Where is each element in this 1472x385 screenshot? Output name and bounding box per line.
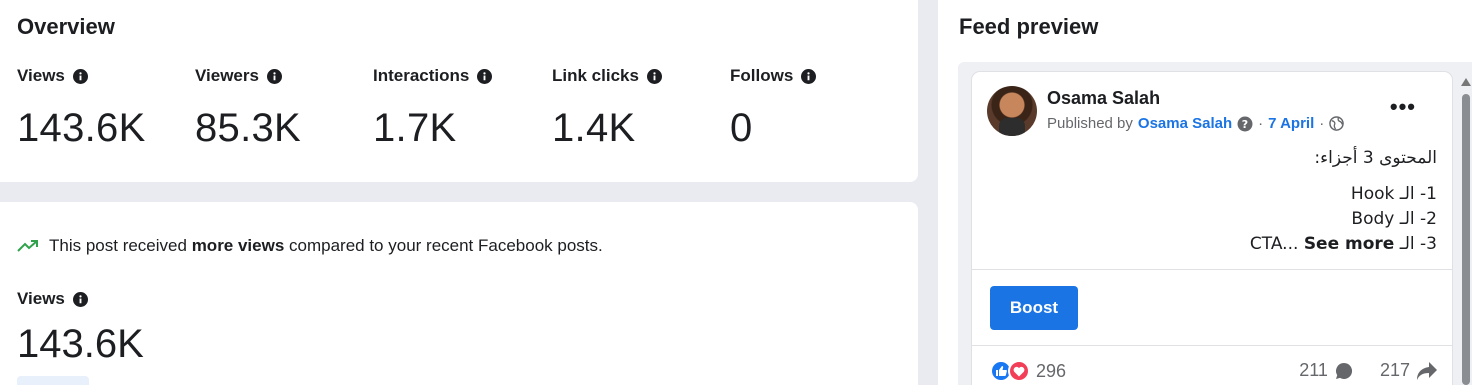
summary-views-label: Views [17,289,88,309]
svg-text:?: ? [1242,118,1248,131]
divider [972,345,1452,346]
trend-up-icon [17,240,38,252]
reaction-count: 296 [1036,360,1067,381]
feed-preview-panel: Feed preview Osama Salah Published by Os… [938,0,1472,385]
metric-value: 1.4K [552,106,636,150]
summary-views-text: Views [17,289,65,308]
published-by-label: Published by [1047,115,1133,132]
post-author[interactable]: Osama Salah [1047,88,1160,109]
info-icon[interactable] [266,68,282,84]
scroll-thumb[interactable] [1462,94,1470,385]
chart-tab-stub[interactable] [17,376,89,385]
comment-count[interactable]: 211 [1299,360,1328,381]
metric-label: Viewers [195,66,259,85]
boost-button[interactable]: Boost [990,286,1078,330]
metric-label: Follows [730,66,794,85]
help-icon[interactable]: ? [1237,116,1253,132]
info-icon[interactable] [72,68,88,84]
metric-views: Views 143.6K [17,64,146,151]
globe-icon [1329,116,1345,131]
post-line-last: 3- الـ CTA... See more [1250,234,1437,254]
share-icon [1417,361,1437,380]
metric-link-clicks: Link clicks 1.4K [552,64,662,151]
feed-scrollbar[interactable] [1460,78,1472,385]
post-date-link[interactable]: 7 April [1268,115,1314,132]
metric-value: 1.7K [373,106,457,150]
post-preview: Osama Salah Published by Osama Salah ? ·… [972,72,1452,385]
metric-label: Views [17,66,65,85]
engagement-stats: 211 217 [1299,360,1438,381]
comment-icon [1335,362,1353,379]
post-line: 2- الـ Body [1351,209,1437,229]
info-icon[interactable] [646,68,662,84]
insight-highlight: more views [191,236,285,255]
publisher-link[interactable]: Osama Salah [1138,115,1232,132]
metric-value: 0 [730,106,753,150]
info-icon[interactable] [801,68,817,84]
post-line: المحتوى 3 أجزاء: [1314,148,1437,168]
meta-separator: · [1319,115,1325,132]
divider [972,269,1452,270]
insight-message: This post received more views compared t… [17,236,603,256]
metric-viewers: Viewers 85.3K [195,64,301,151]
overview-title: Overview [17,14,115,39]
see-more-link[interactable]: See more [1304,234,1395,254]
info-icon[interactable] [477,68,493,84]
post-meta: Published by Osama Salah ? · 7 April · [1047,115,1345,132]
metric-follows: Follows 0 [730,64,817,151]
metric-value: 85.3K [195,106,302,150]
metric-value: 143.6K [17,106,146,150]
scroll-up-icon[interactable] [1461,78,1471,86]
metric-label: Link clicks [552,66,639,85]
info-icon[interactable] [72,291,88,307]
reaction-summary[interactable]: 296 [990,360,1066,382]
meta-separator: · [1258,115,1264,132]
insight-suffix: compared to your recent Facebook posts. [284,236,603,255]
metric-label: Interactions [373,66,470,85]
metric-interactions: Interactions 1.7K [373,64,493,151]
more-options-button[interactable]: ••• [1390,94,1416,120]
post-line: 1- الـ Hook [1350,184,1437,204]
feed-preview-title: Feed preview [959,14,1099,39]
summary-views-value: 143.6K [17,322,144,366]
insight-prefix: This post received [49,236,192,255]
love-icon [1008,360,1030,382]
overview-card: Overview Views 143.6K Viewers 85.3K Inte… [0,0,918,182]
avatar[interactable] [987,86,1037,136]
share-count[interactable]: 217 [1380,360,1410,381]
